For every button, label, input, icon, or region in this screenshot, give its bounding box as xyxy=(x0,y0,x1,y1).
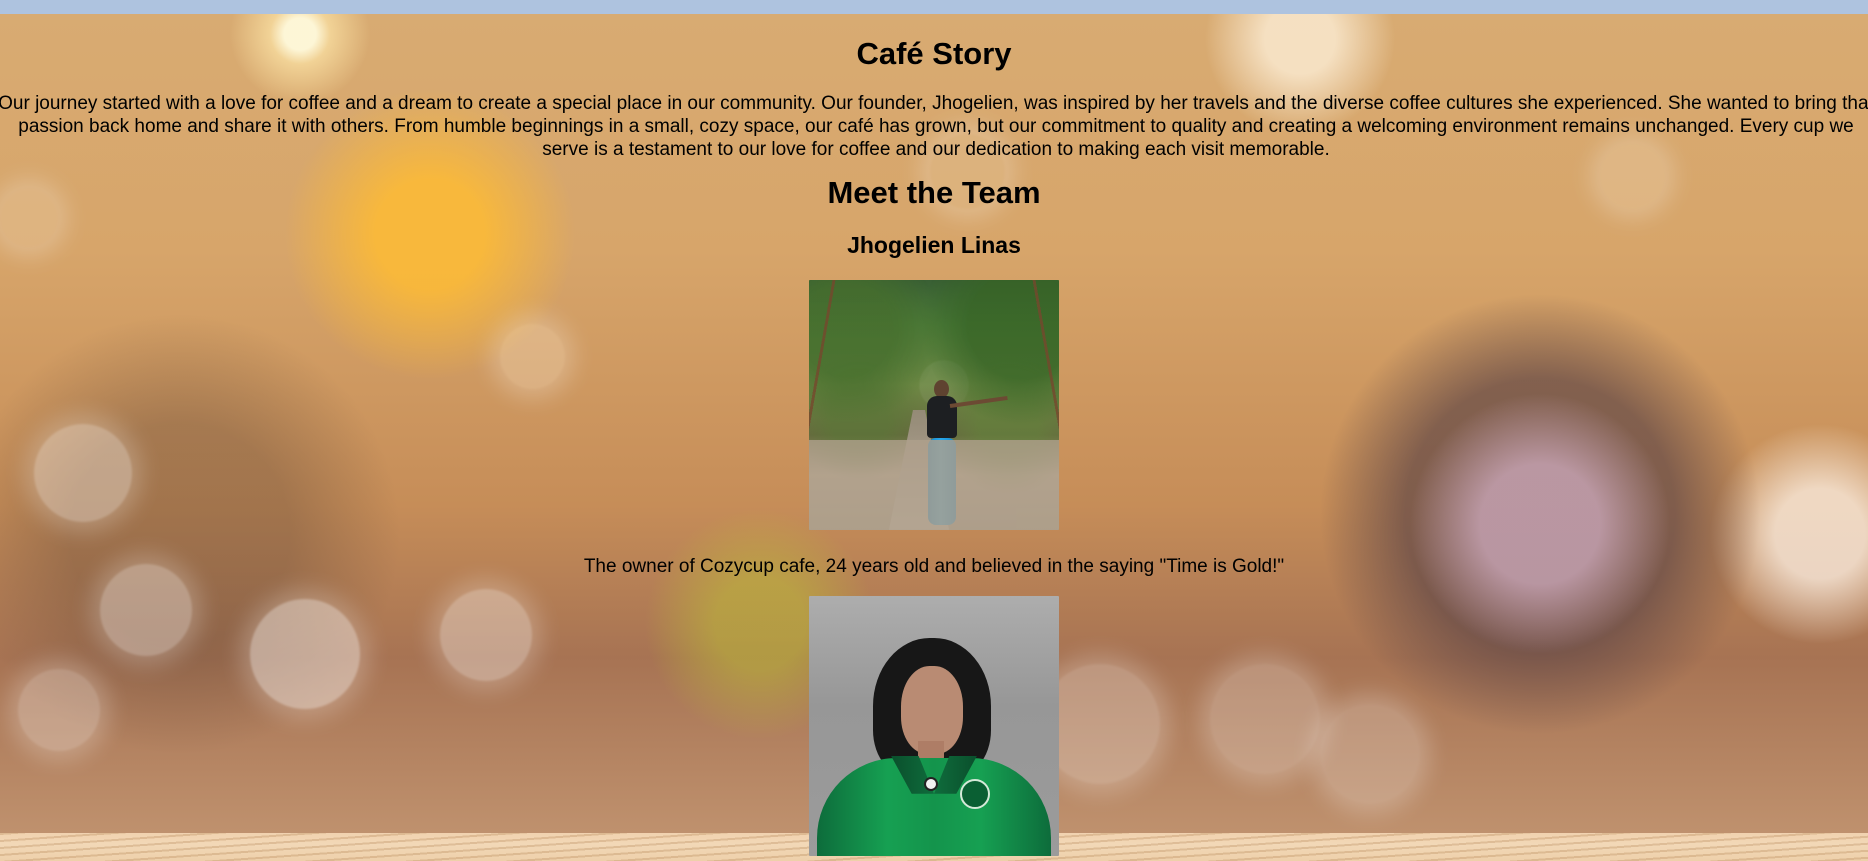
person-head xyxy=(933,379,949,398)
team-member-name: Jhogelien Linas xyxy=(847,232,1021,259)
page-content: Café Story Our journey started with a lo… xyxy=(0,14,1868,861)
cafe-story-paragraph: Our journey started with a love for coff… xyxy=(0,92,1868,160)
person-arm xyxy=(949,395,1008,408)
bridge-image-detail xyxy=(889,409,949,530)
meet-the-team-title: Meet the Team xyxy=(827,174,1041,210)
cafe-story-title: Café Story xyxy=(856,36,1012,71)
portrait-shirt xyxy=(817,757,1051,856)
team-member-photo xyxy=(809,279,1059,530)
team-member-photo xyxy=(809,595,1059,856)
person-legs xyxy=(927,437,956,525)
person-figure xyxy=(919,379,1008,525)
top-strip xyxy=(0,0,1868,14)
team-member-card xyxy=(0,595,1868,856)
portrait-button xyxy=(926,778,936,789)
person-body xyxy=(926,395,957,438)
portrait-logo xyxy=(960,778,990,809)
team-member-caption: The owner of Cozycup cafe, 24 years old … xyxy=(583,555,1285,577)
team-member-card: Jhogelien Linas The owner of Cozycup caf… xyxy=(0,232,1868,577)
